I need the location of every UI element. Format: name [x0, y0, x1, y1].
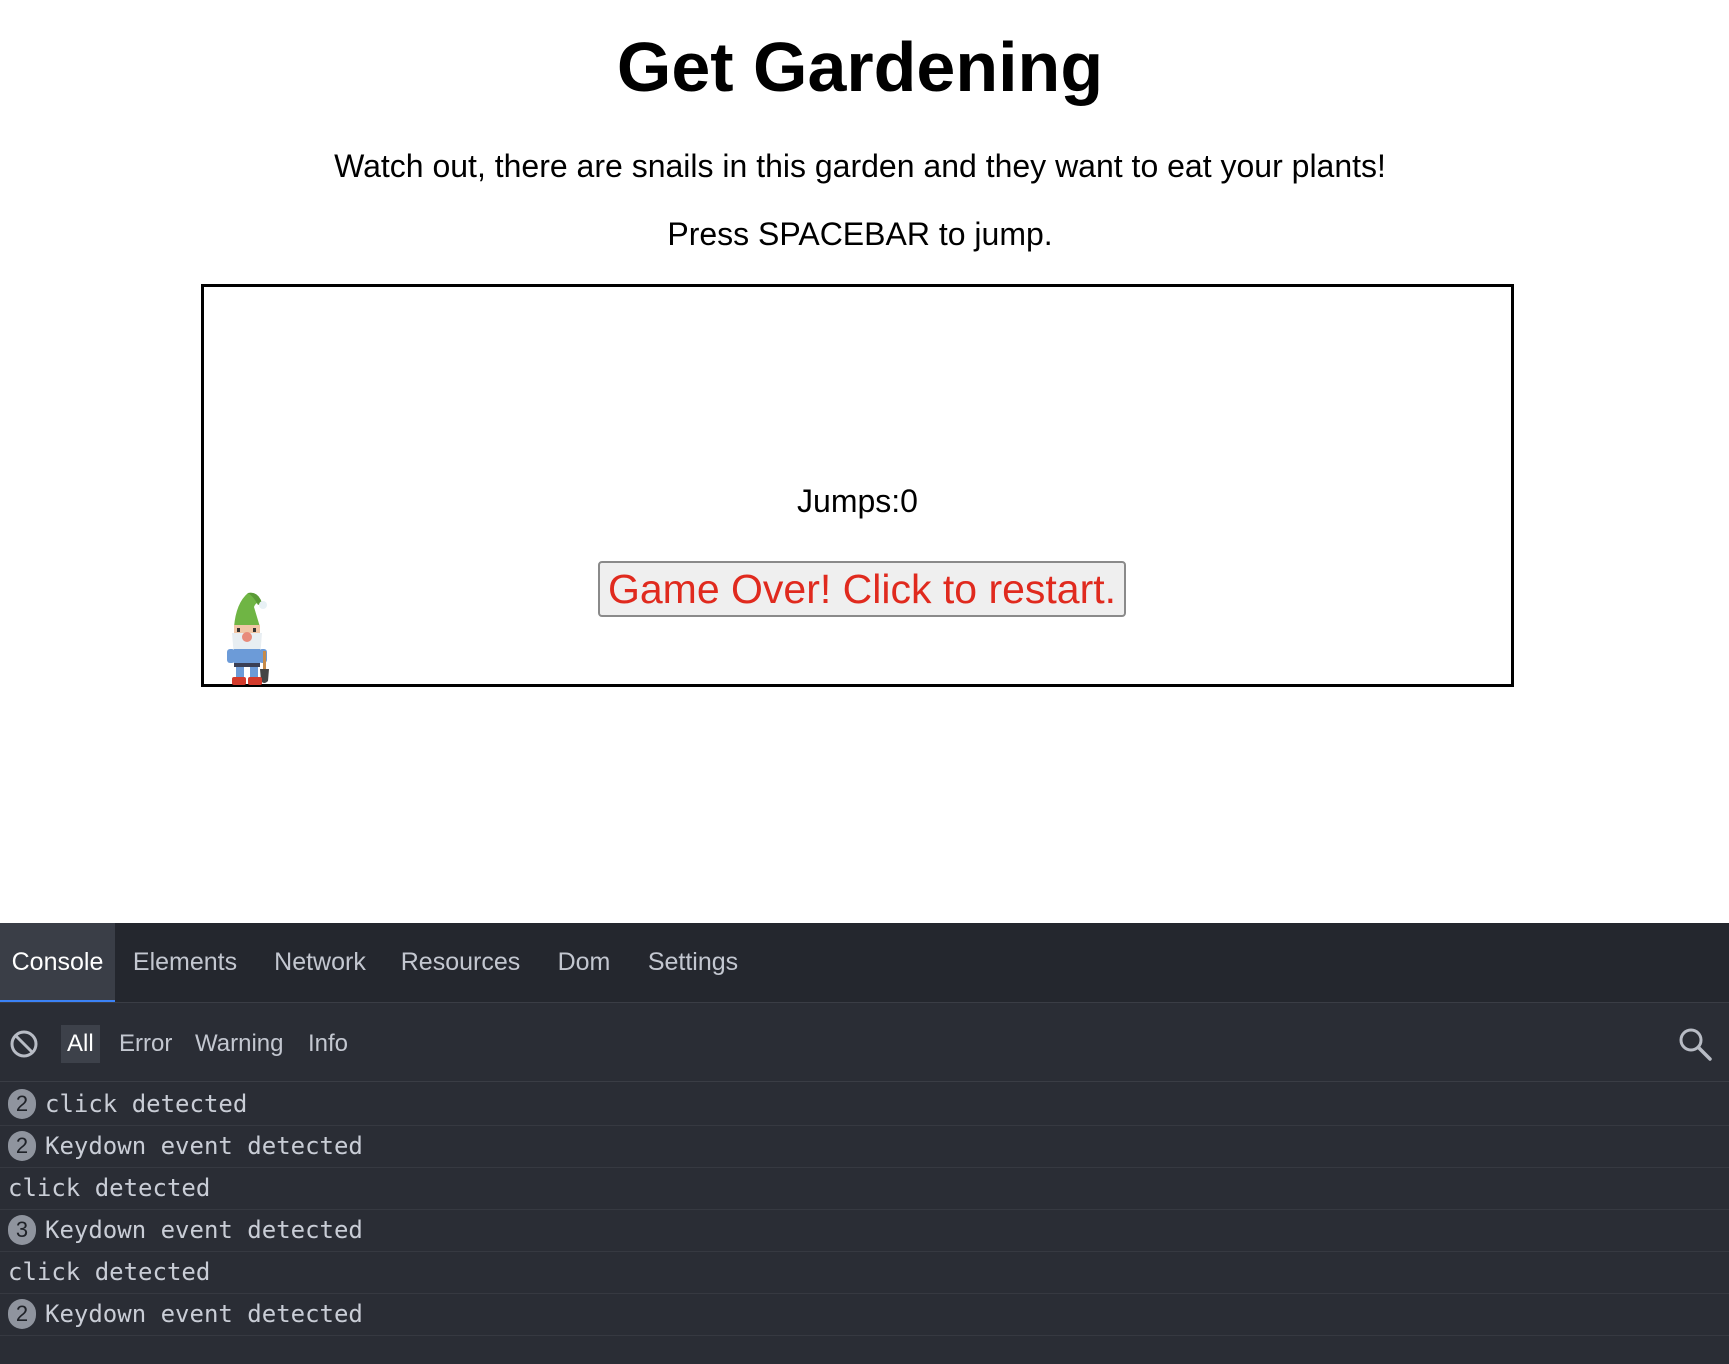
restart-button[interactable]: Game Over! Click to restart. — [598, 561, 1126, 617]
filter-warning[interactable]: Warning — [189, 1025, 289, 1063]
filter-all[interactable]: All — [61, 1025, 100, 1063]
log-message: click detected — [45, 1090, 248, 1118]
log-message: click detected — [8, 1258, 211, 1286]
devtools-panel: Console Elements Network Resources Dom S… — [0, 923, 1729, 1364]
intro-text: Watch out, there are snails in this gard… — [334, 148, 1386, 184]
console-filterbar: All Error Warning Info — [0, 1003, 1729, 1082]
filter-info[interactable]: Info — [302, 1025, 354, 1063]
page-title: Get Gardening — [616, 28, 1104, 106]
game-area[interactable]: Jumps:0 Game Over! Click to restart. — [201, 284, 1514, 687]
log-count-badge: 2 — [8, 1131, 36, 1161]
tab-console[interactable]: Console — [0, 923, 115, 1002]
log-entry: click detected — [0, 1167, 1729, 1210]
tab-resources[interactable]: Resources — [398, 923, 523, 1002]
filter-error[interactable]: Error — [113, 1025, 178, 1063]
log-entry: click detected — [0, 1251, 1729, 1294]
tab-elements[interactable]: Elements — [125, 923, 245, 1002]
instructions-text: Press SPACEBAR to jump. — [667, 216, 1053, 252]
log-entry: 2 click detected — [0, 1083, 1729, 1126]
log-message: click detected — [8, 1174, 211, 1202]
gnome-character-icon — [227, 592, 269, 685]
log-message: Keydown event detected — [45, 1300, 363, 1328]
tab-network[interactable]: Network — [265, 923, 375, 1002]
jumps-counter: Jumps:0 — [797, 483, 918, 519]
log-message: Keydown event detected — [45, 1132, 363, 1160]
log-count-badge: 2 — [8, 1299, 36, 1329]
devtools-tabbar: Console Elements Network Resources Dom S… — [0, 923, 1729, 1003]
log-count-badge: 2 — [8, 1089, 36, 1119]
tab-settings[interactable]: Settings — [643, 923, 743, 1002]
log-count-badge: 3 — [8, 1215, 36, 1245]
clear-console-icon[interactable] — [9, 1029, 39, 1059]
log-entry: 3 Keydown event detected — [0, 1209, 1729, 1252]
log-message: Keydown event detected — [45, 1216, 363, 1244]
log-entry: 2 Keydown event detected — [0, 1125, 1729, 1168]
search-icon[interactable] — [1678, 1027, 1712, 1061]
game-page: Get Gardening Watch out, there are snail… — [0, 0, 1729, 923]
log-entry: 2 Keydown event detected — [0, 1293, 1729, 1336]
tab-dom[interactable]: Dom — [550, 923, 618, 1002]
